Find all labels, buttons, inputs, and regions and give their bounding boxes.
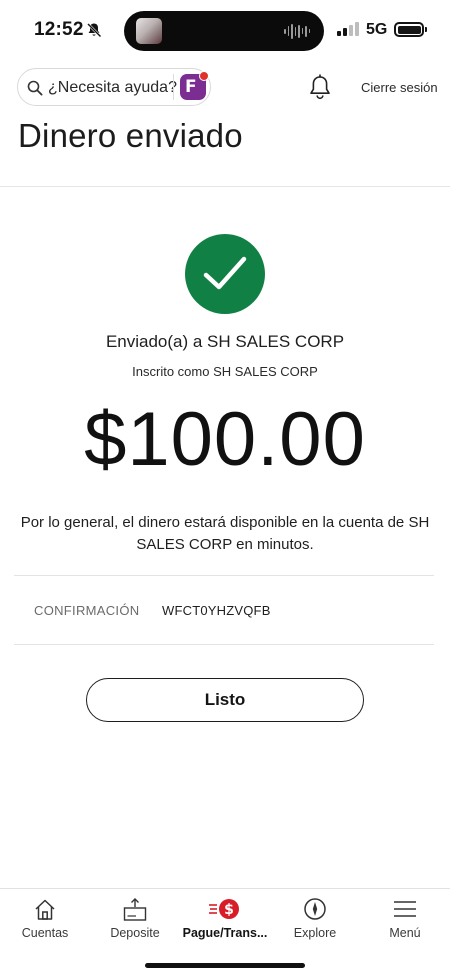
divider <box>14 644 434 645</box>
tab-pague-transfiera[interactable]: $ Pague/Trans... <box>180 889 270 959</box>
battery-icon <box>394 22 427 37</box>
notifications-bell-icon[interactable] <box>307 74 333 102</box>
tab-deposite[interactable]: Deposite <box>90 889 180 959</box>
divider <box>14 575 434 576</box>
notification-dot <box>199 71 209 81</box>
tab-label: Pague/Trans... <box>182 926 268 940</box>
availability-note: Por lo general, el dinero estará disponi… <box>20 514 430 553</box>
check-deposit-icon <box>123 898 147 921</box>
search-icon <box>27 80 43 96</box>
tab-menu[interactable]: Menú <box>360 889 450 959</box>
hamburger-menu-icon <box>394 901 416 917</box>
search-divider <box>173 74 174 100</box>
dynamic-island[interactable] <box>124 11 324 51</box>
tab-explore[interactable]: Explore <box>270 889 360 959</box>
assistant-icon: F <box>185 77 197 97</box>
status-bar: 12:52 5G <box>0 0 450 60</box>
recipient-line: Enviado(a) a SH SALES CORP <box>105 332 345 351</box>
page-title: Dinero enviado <box>18 117 243 154</box>
sent-amount: $100.00 <box>84 397 366 482</box>
sign-out-link[interactable]: Cierre sesión <box>361 80 438 95</box>
assistant-button[interactable]: F <box>180 71 209 100</box>
bell-slash-icon <box>87 23 102 38</box>
tab-label: Deposite <box>110 926 160 940</box>
now-playing-artwork <box>136 18 162 44</box>
search-placeholder: ¿Necesita ayuda? <box>48 79 177 96</box>
svg-text:$: $ <box>224 902 234 918</box>
tab-label: Cuentas <box>21 926 69 940</box>
success-check-icon <box>185 234 265 314</box>
signal-icon <box>337 22 359 36</box>
header-divider <box>0 186 450 187</box>
tab-cuentas[interactable]: Cuentas <box>0 889 90 959</box>
compass-icon <box>304 898 326 920</box>
confirmation-code: WFCT0YHZVQFB <box>162 603 271 618</box>
network-type: 5G <box>366 21 388 38</box>
pay-transfer-icon: $ <box>209 899 239 919</box>
status-time: 12:52 <box>34 19 84 40</box>
audio-waveform-icon <box>284 23 310 39</box>
home-indicator[interactable] <box>145 963 305 968</box>
tab-label: Explore <box>293 926 337 940</box>
done-button[interactable]: Listo <box>86 678 364 722</box>
tab-label: Menú <box>389 926 421 940</box>
house-icon <box>35 899 55 920</box>
confirmation-label: CONFIRMACIÓN <box>34 603 140 618</box>
enrolled-name: Inscrito como SH SALES CORP <box>132 364 318 379</box>
